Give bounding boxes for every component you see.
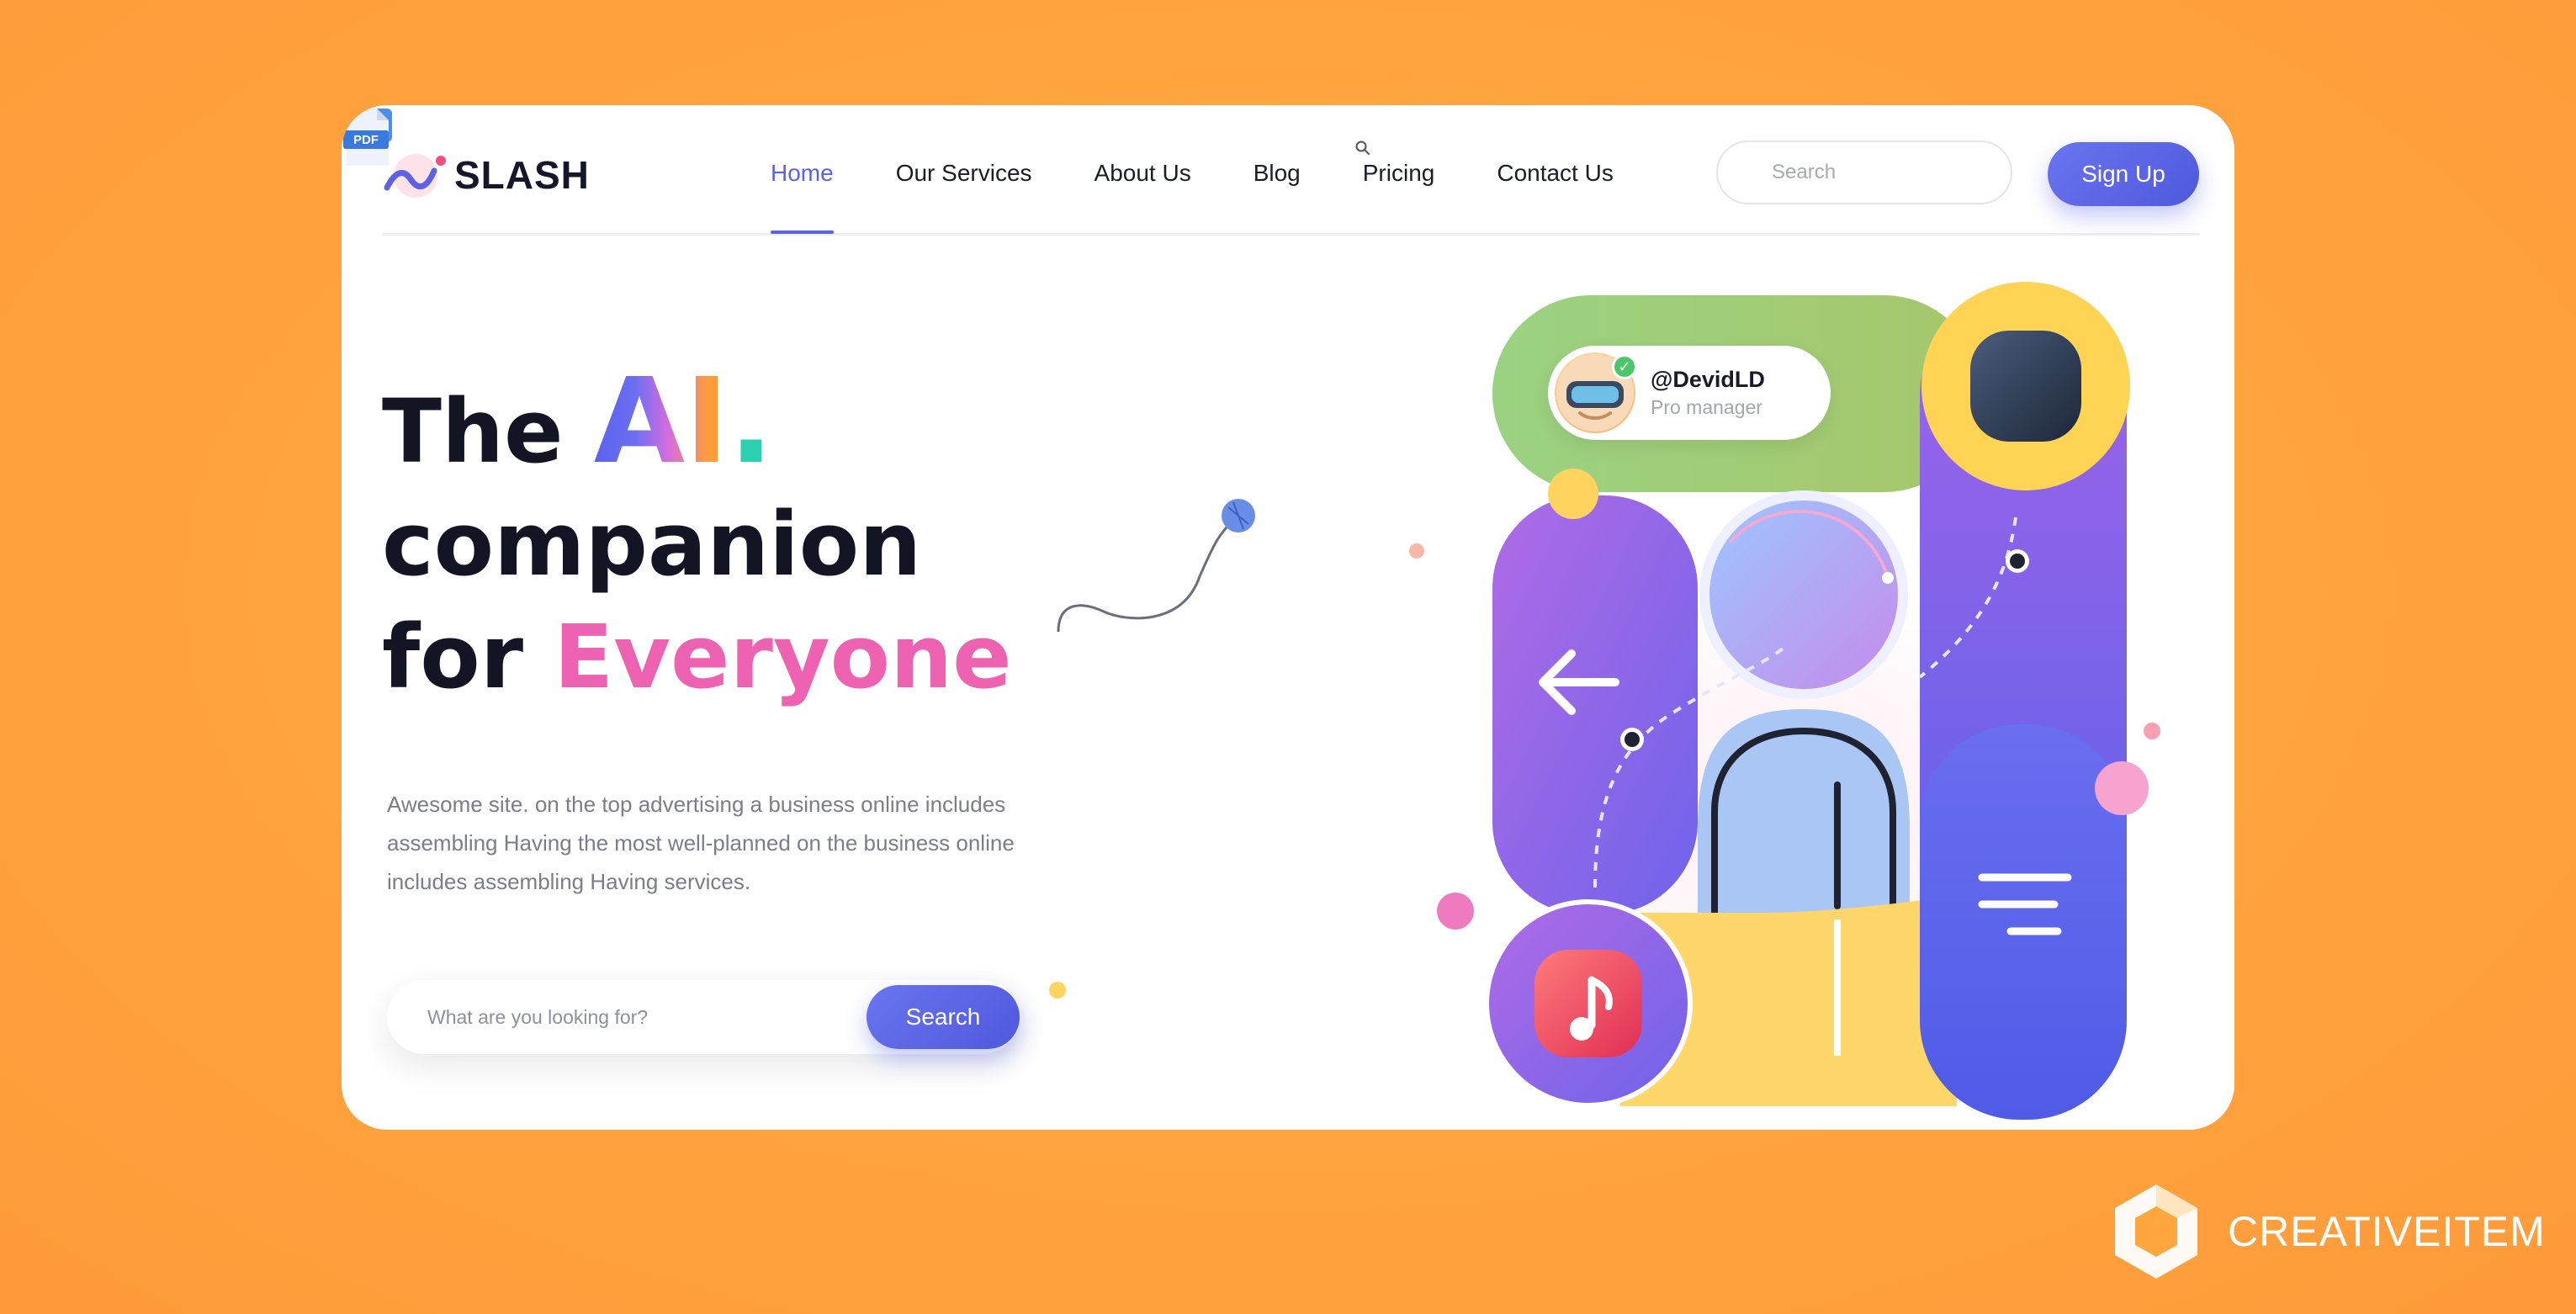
logo-wave-icon — [384, 154, 446, 198]
search-icon — [1355, 140, 1370, 155]
verified-check-icon: ✓ — [1612, 354, 1637, 379]
hero-title-ai: AI — [593, 353, 729, 490]
hero-title-everyone: Everyone — [554, 606, 1012, 708]
hero-description: Awesome site. on the top advertising a b… — [387, 792, 1015, 894]
hero-title-the: The — [382, 380, 564, 483]
nav-our-services-label: Our Services — [895, 160, 1032, 186]
creativeitem-logo-icon — [2115, 1184, 2197, 1279]
header-search — [1716, 140, 2012, 204]
nav-contact-us[interactable]: Contact Us — [1497, 160, 1614, 234]
active-indicator — [771, 230, 834, 234]
site-header: SLASH Home Our Services About Us Blog Pr… — [382, 105, 2199, 236]
hero-title-line-1: The AI. — [382, 363, 1012, 488]
watermark-text: CREATIVEITEM — [2228, 1208, 2546, 1255]
header-search-input[interactable] — [1718, 142, 2011, 203]
nav-contact-us-label: Contact Us — [1497, 160, 1614, 186]
hero-title: The AI. companion for Everyone — [382, 363, 1012, 713]
background-glow — [1503, 576, 2091, 1047]
hero-title-companion: companion — [382, 493, 922, 596]
hero-title-dot: . — [729, 353, 774, 490]
nav-about-us[interactable]: About Us — [1095, 160, 1191, 234]
hero-title-line-3: for Everyone — [382, 601, 1012, 713]
main-nav: Home Our Services About Us Blog Pricing … — [771, 140, 1676, 234]
nav-pricing[interactable]: Pricing — [1355, 140, 1435, 234]
profile-handle: @DevidLD — [1651, 367, 1765, 392]
nav-about-us-label: About Us — [1094, 160, 1191, 186]
logo-text: SLASH — [454, 153, 590, 197]
hero-title-for: for — [382, 606, 523, 708]
nav-blog-label: Blog — [1253, 160, 1301, 186]
nav-home-label: Home — [771, 160, 834, 186]
nav-our-services[interactable]: Our Services — [896, 160, 1032, 234]
avatar: ✓ — [1555, 352, 1637, 433]
nav-blog[interactable]: Blog — [1254, 160, 1301, 234]
profile-text: @DevidLD Pro manager — [1651, 367, 1765, 419]
logo[interactable]: SLASH — [382, 146, 590, 204]
creativeitem-watermark: CREATIVEITEM — [2110, 1181, 2546, 1282]
hero-search-input[interactable] — [387, 980, 858, 1054]
nav-home[interactable]: Home — [771, 160, 834, 234]
profile-role: Pro manager — [1651, 396, 1762, 418]
hero-search-bar: Search — [387, 980, 1020, 1054]
sign-up-button[interactable]: Sign Up — [2048, 142, 2199, 206]
landing-card: SLASH Home Our Services About Us Blog Pr… — [342, 105, 2234, 1130]
pdf-label: PDF — [353, 133, 379, 147]
profile-card[interactable]: ✓ @DevidLD Pro manager — [1548, 346, 1831, 440]
hero-search-button[interactable]: Search — [867, 985, 1020, 1049]
nav-pricing-label: Pricing — [1362, 160, 1435, 186]
